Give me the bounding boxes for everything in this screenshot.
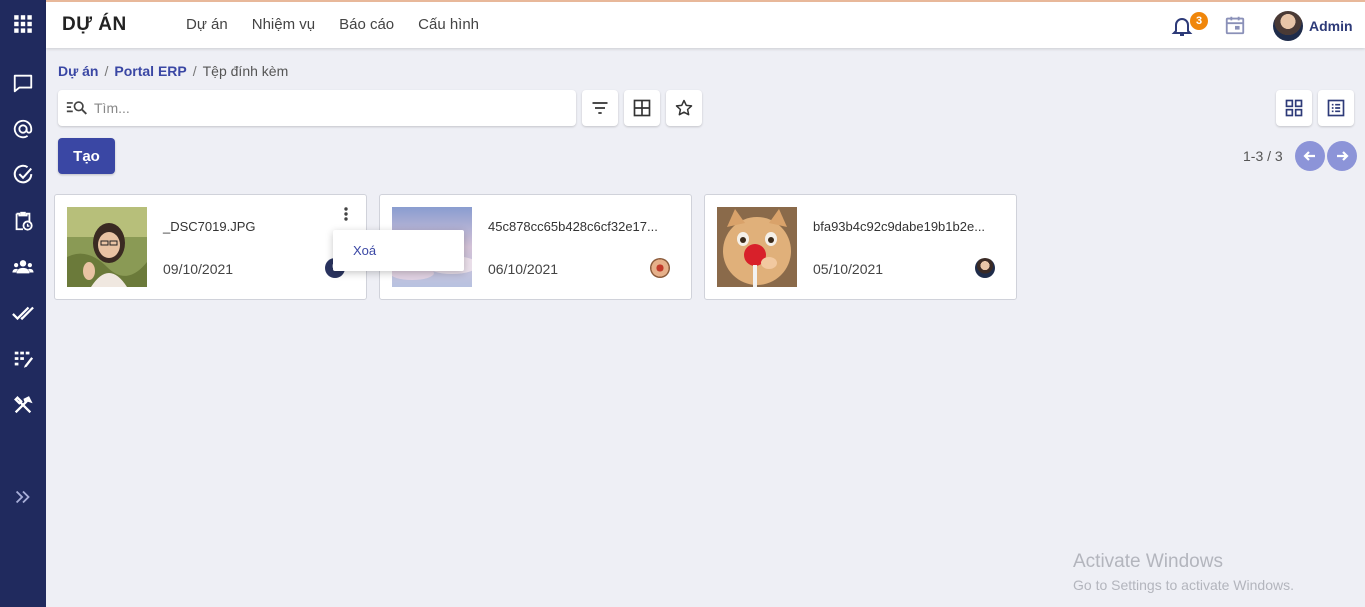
attachment-date: 09/10/2021 xyxy=(163,261,234,277)
attachment-date: 06/10/2021 xyxy=(488,261,559,277)
list-view-button[interactable] xyxy=(1318,90,1354,126)
main-menu: Dự án Nhiệm vụ Báo cáo Cấu hình xyxy=(186,16,479,33)
breadcrumb: Dự án / Portal ERP / Tệp đính kèm xyxy=(58,63,288,79)
attachment-date: 05/10/2021 xyxy=(813,261,884,277)
favorites-button[interactable] xyxy=(666,90,702,126)
breadcrumb-separator: / xyxy=(192,63,197,79)
attachment-thumbnail xyxy=(717,207,797,287)
avatar[interactable] xyxy=(975,258,995,278)
pager-previous-button[interactable] xyxy=(1295,141,1325,171)
kanban-view-button[interactable] xyxy=(1276,90,1312,126)
breadcrumb-current: Tệp đính kèm xyxy=(202,63,289,79)
top-bar: DỰ ÁN Dự án Nhiệm vụ Báo cáo Cấu hình 3 … xyxy=(46,0,1365,48)
kebab-menu-icon[interactable] xyxy=(341,205,351,223)
breadcrumb-separator: / xyxy=(104,63,109,79)
calendar-icon[interactable] xyxy=(1224,14,1246,36)
chat-icon[interactable] xyxy=(0,66,46,100)
attachment-thumbnail xyxy=(67,207,147,287)
delete-menu-item[interactable]: Xoá xyxy=(353,243,376,258)
watermark-subtitle: Go to Settings to activate Windows. xyxy=(1073,577,1294,593)
kanban-view-icon xyxy=(1285,99,1303,117)
grid-table-icon xyxy=(633,99,651,117)
group-by-button[interactable] xyxy=(624,90,660,126)
attachment-name: bfa93b4c92c9dabe19b1b2e... xyxy=(813,219,986,234)
arrow-right-icon xyxy=(1337,151,1349,161)
arrow-left-icon xyxy=(1303,151,1315,161)
filter-button[interactable] xyxy=(582,90,618,126)
attachment-card[interactable]: bfa93b4c92c9dabe19b1b2e... 05/10/2021 xyxy=(704,194,1017,300)
expand-icon[interactable] xyxy=(0,480,46,514)
watermark-title: Activate Windows xyxy=(1073,551,1223,572)
create-button[interactable]: Tạo xyxy=(58,138,115,174)
double-check-icon[interactable] xyxy=(0,296,46,330)
app-title[interactable]: DỰ ÁN xyxy=(62,14,127,36)
avatar[interactable] xyxy=(1273,11,1303,41)
avatar[interactable] xyxy=(650,258,670,278)
search-filter-icon xyxy=(66,101,87,115)
breadcrumb-portal-erp[interactable]: Portal ERP xyxy=(114,63,186,79)
search-box xyxy=(58,90,576,126)
task-board-icon[interactable] xyxy=(0,342,46,376)
tools-icon[interactable] xyxy=(0,388,46,422)
pager-next-button[interactable] xyxy=(1327,141,1357,171)
team-icon[interactable] xyxy=(0,250,46,284)
menu-item-du-an[interactable]: Dự án xyxy=(186,16,228,33)
apps-grid-icon[interactable] xyxy=(0,7,46,41)
check-circle-icon[interactable] xyxy=(0,158,46,192)
menu-item-bao-cao[interactable]: Báo cáo xyxy=(339,16,394,33)
filter-icon xyxy=(592,102,608,114)
clipboard-clock-icon[interactable] xyxy=(0,204,46,238)
card-dropdown-menu: Xoá xyxy=(333,230,464,271)
at-icon[interactable] xyxy=(0,112,46,146)
menu-item-nhiem-vu[interactable]: Nhiệm vụ xyxy=(252,16,315,33)
attachment-card[interactable]: _DSC7019.JPG 09/10/2021 xyxy=(54,194,367,300)
star-icon xyxy=(675,99,693,116)
attachment-name: _DSC7019.JPG xyxy=(163,219,256,234)
attachment-name: 45c878cc65b428c6cf32e17... xyxy=(488,219,658,234)
left-rail xyxy=(0,0,46,607)
user-name[interactable]: Admin xyxy=(1309,18,1353,34)
list-view-icon xyxy=(1327,99,1345,117)
notification-badge: 3 xyxy=(1190,12,1208,30)
windows-activation-watermark: Activate Windows Go to Settings to activ… xyxy=(1073,551,1294,593)
menu-item-cau-hinh[interactable]: Cấu hình xyxy=(418,16,479,33)
pager-value[interactable]: 1-3 / 3 xyxy=(1243,148,1283,164)
breadcrumb-du-an[interactable]: Dự án xyxy=(58,63,98,79)
search-input[interactable] xyxy=(94,90,564,126)
